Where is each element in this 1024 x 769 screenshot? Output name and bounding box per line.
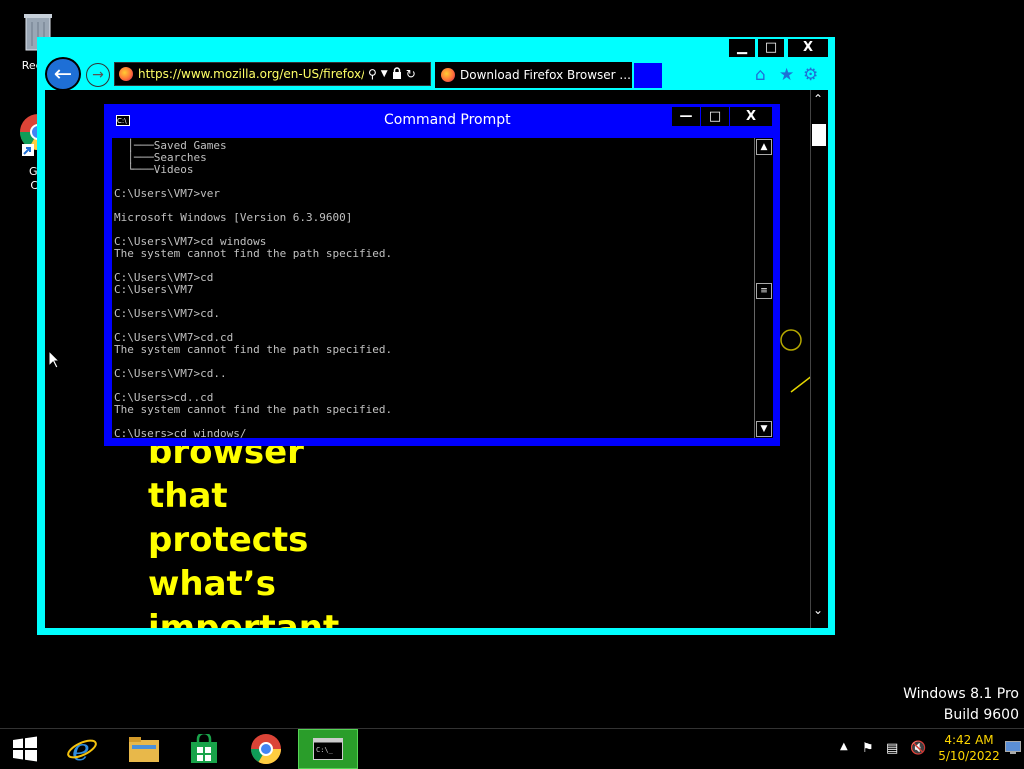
start-button[interactable] bbox=[0, 729, 50, 769]
cmd-console-text: │───Saved Games │───Searches └───Videos … bbox=[114, 139, 393, 439]
browser-minimize-button[interactable]: ▁ bbox=[729, 39, 755, 57]
address-bar[interactable]: https://www.mozilla.org/en-US/firefox/ne… bbox=[114, 62, 431, 86]
windows-edition: Windows 8.1 Pro bbox=[903, 686, 1019, 702]
headline-line: what’s bbox=[148, 564, 276, 604]
windows-build: Build 9600 bbox=[943, 707, 1019, 723]
search-icon[interactable]: ⚲ bbox=[368, 67, 377, 81]
firefox-favicon-icon bbox=[119, 67, 133, 81]
taskbar-store[interactable] bbox=[174, 729, 234, 769]
dropdown-icon[interactable]: ▼ bbox=[381, 69, 388, 79]
taskbar-file-explorer[interactable] bbox=[114, 729, 174, 769]
show-desktop-icon[interactable] bbox=[1005, 741, 1021, 755]
cmd-maximize-button[interactable]: □ bbox=[701, 107, 729, 126]
browser-scrollbar[interactable]: ⌃ ⌄ bbox=[810, 90, 828, 628]
arrow-left-icon: ← bbox=[53, 62, 73, 87]
browser-tab[interactable]: Download Firefox Browser ... bbox=[435, 62, 632, 88]
address-url[interactable]: https://www.mozilla.org/en-US/firefox/ne bbox=[138, 67, 364, 81]
refresh-icon[interactable]: ↻ bbox=[406, 67, 416, 81]
network-icon[interactable]: ▤ bbox=[886, 741, 898, 756]
back-button[interactable]: ← bbox=[45, 57, 81, 91]
internet-explorer-icon: e bbox=[67, 733, 97, 765]
home-icon[interactable]: ⌂ bbox=[755, 65, 766, 85]
browser-close-button[interactable]: X bbox=[788, 39, 828, 57]
forward-button[interactable]: → bbox=[86, 63, 110, 87]
command-prompt-window[interactable]: C:\ Command Prompt — □ X │───Saved Games… bbox=[104, 104, 780, 446]
volume-muted-icon[interactable]: 🔇 bbox=[910, 741, 926, 756]
cmd-close-button[interactable]: X bbox=[730, 107, 772, 126]
cmd-console-area[interactable]: │───Saved Games │───Searches └───Videos … bbox=[112, 138, 754, 438]
new-tab-button[interactable] bbox=[634, 63, 662, 88]
favorites-star-icon[interactable]: ★ bbox=[779, 65, 794, 85]
tab-title: Download Firefox Browser ... bbox=[460, 68, 631, 82]
cmd-minimize-button[interactable]: — bbox=[672, 107, 700, 126]
cmd-window-title: Command Prompt bbox=[384, 112, 511, 128]
svg-text:C:\_: C:\_ bbox=[316, 746, 334, 754]
settings-gear-icon[interactable]: ⚙ bbox=[803, 65, 818, 85]
cmd-scrollbar[interactable]: ▲ ≡ ▼ bbox=[754, 138, 773, 438]
scroll-down-icon[interactable]: ⌄ bbox=[813, 603, 823, 617]
headline-line: important bbox=[148, 608, 340, 628]
mouse-cursor-icon bbox=[48, 350, 60, 369]
action-center-flag-icon[interactable]: ⚑ bbox=[862, 741, 874, 756]
system-clock[interactable]: 4:42 AM 5/10/2022 bbox=[930, 732, 1008, 764]
chrome-icon bbox=[251, 734, 281, 765]
clock-date: 5/10/2022 bbox=[938, 749, 1000, 763]
taskbar-internet-explorer[interactable]: e bbox=[52, 729, 112, 769]
store-icon bbox=[191, 734, 217, 763]
folder-icon bbox=[129, 737, 159, 762]
headline-line: that bbox=[148, 476, 228, 516]
taskbar-command-prompt[interactable]: C:\_ bbox=[298, 729, 358, 769]
taskbar: e C:\_ ▲ ⚑ ▤ 🔇 4:42 AM 5/10/2022 bbox=[0, 728, 1024, 769]
arrow-right-icon: → bbox=[92, 67, 104, 83]
taskbar-chrome[interactable] bbox=[236, 729, 296, 769]
firefox-favicon-icon bbox=[441, 68, 455, 82]
headline-line: protects bbox=[148, 520, 309, 560]
command-prompt-icon: C:\_ bbox=[313, 738, 343, 760]
svg-text:e: e bbox=[72, 733, 90, 765]
browser-maximize-button[interactable]: □ bbox=[758, 39, 784, 57]
cmd-app-icon: C:\ bbox=[116, 115, 130, 126]
scroll-up-icon[interactable]: ⌃ bbox=[813, 92, 823, 106]
windows-edition-watermark: Windows 8.1 Pro Build 9600 bbox=[903, 684, 1019, 726]
windows-logo-icon bbox=[13, 736, 37, 762]
clock-time: 4:42 AM bbox=[944, 733, 994, 747]
lock-icon[interactable] bbox=[392, 66, 402, 82]
scroll-up-button[interactable]: ▲ bbox=[756, 139, 772, 155]
scrollbar-thumb[interactable] bbox=[812, 124, 826, 146]
scrollbar-thumb[interactable]: ≡ bbox=[756, 283, 772, 299]
scroll-down-button[interactable]: ▼ bbox=[756, 421, 772, 437]
show-hidden-icons-button[interactable]: ▲ bbox=[840, 741, 848, 752]
